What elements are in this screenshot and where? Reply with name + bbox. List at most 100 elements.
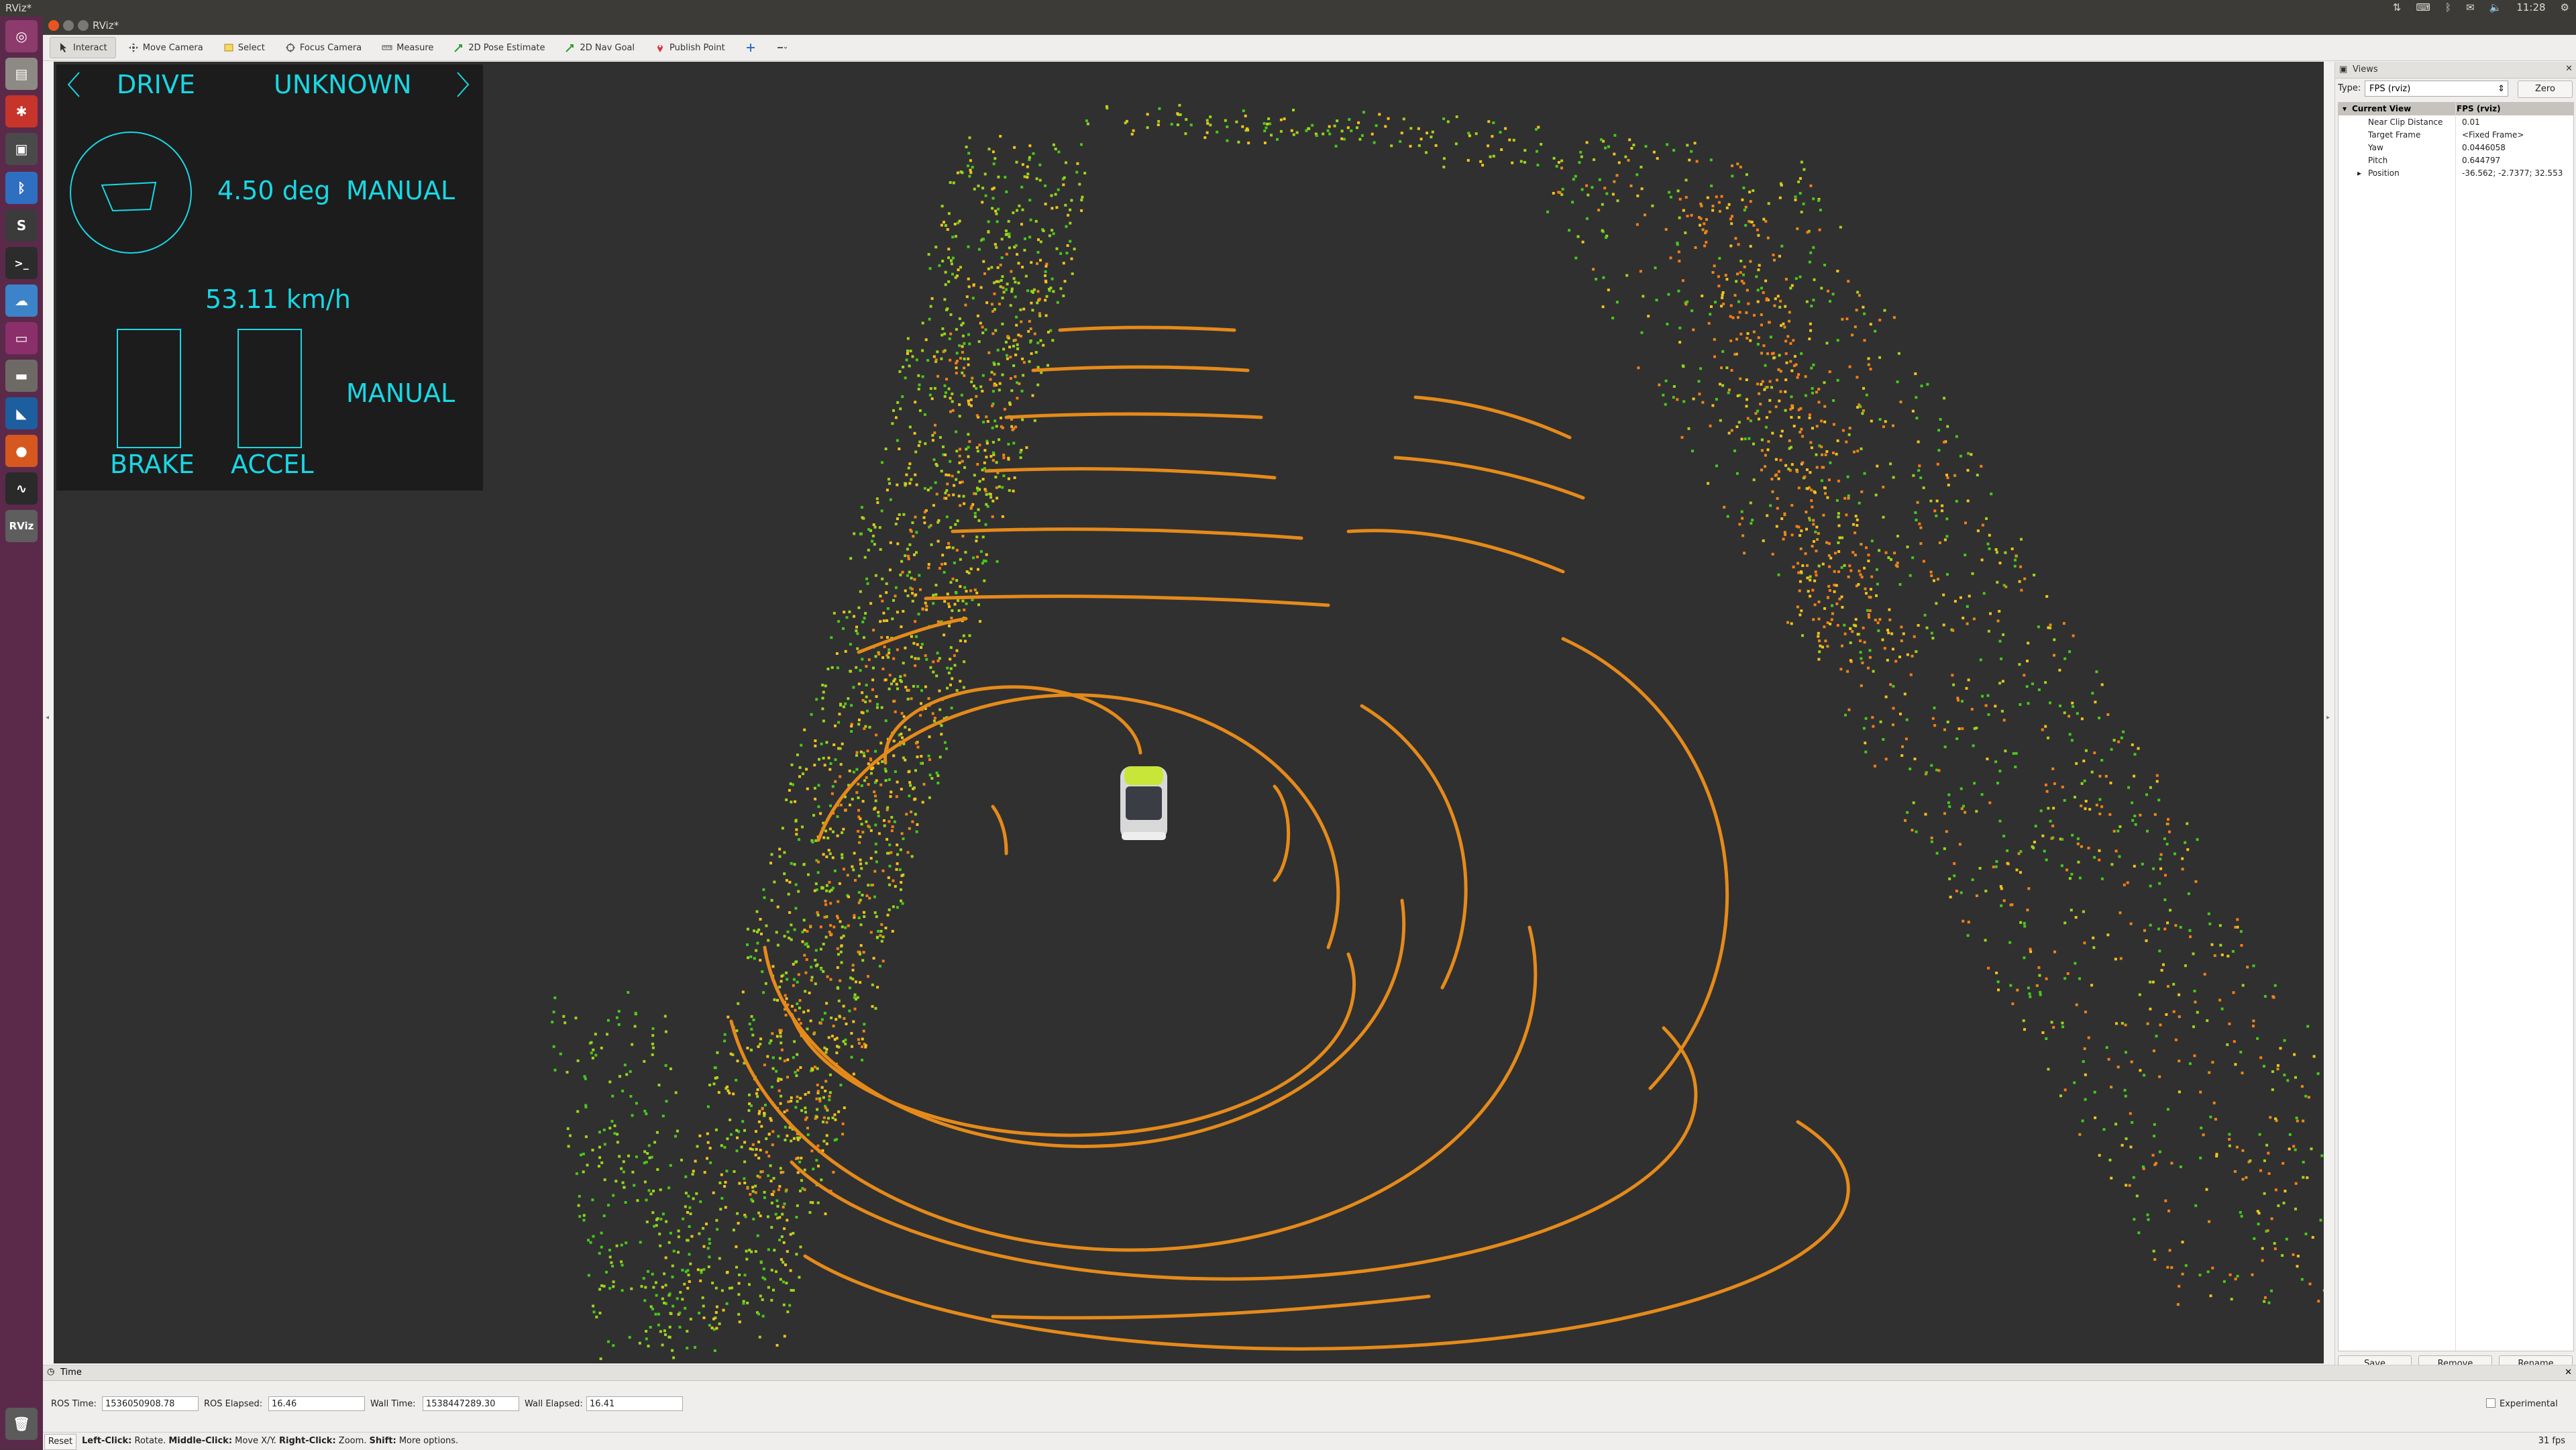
lidar-point xyxy=(941,327,945,330)
lidar-point xyxy=(768,1041,771,1045)
property-row[interactable]: Pitch 0.644797 xyxy=(2341,154,2573,167)
lidar-point xyxy=(2076,842,2080,845)
next-arrow-icon[interactable] xyxy=(456,71,470,98)
expand-icon[interactable]: ▾ xyxy=(2343,104,2347,113)
clock[interactable]: 11:28 xyxy=(2516,1,2545,13)
property-value[interactable]: 0.644797 xyxy=(2462,156,2500,165)
lidar-point xyxy=(910,655,913,658)
lidar-point xyxy=(2279,1047,2282,1050)
lidar-point xyxy=(623,1186,626,1189)
lidar-point xyxy=(947,602,950,605)
zero-button[interactable]: Zero xyxy=(2518,81,2573,98)
lidar-point xyxy=(655,1131,659,1134)
power-icon[interactable]: ⚙ xyxy=(2561,1,2569,13)
trash-icon[interactable]: 🗑 xyxy=(5,1408,38,1440)
tool-options-button[interactable] xyxy=(768,38,795,58)
pose-estimate-tool-button[interactable]: 2D Pose Estimate xyxy=(445,38,553,58)
lidar-point xyxy=(759,959,762,962)
property-row[interactable]: Near Clip Distance 0.01 xyxy=(2341,116,2573,129)
rviz-icon[interactable]: RViz xyxy=(5,510,38,542)
3d-render-viewport[interactable]: DRIVE UNKNOWN 4.50 deg MANUAL 53.11 km/h… xyxy=(54,62,2324,1363)
lidar-point xyxy=(1801,461,1805,464)
left-splitter-handle[interactable]: ◂ xyxy=(46,714,50,723)
wall-time-field[interactable]: 1538447289.30 xyxy=(423,1396,519,1411)
close-panel-icon[interactable]: ✕ xyxy=(2565,64,2573,74)
reset-button[interactable]: Reset xyxy=(44,1434,76,1450)
minimize-window-button[interactable] xyxy=(63,20,74,31)
property-value[interactable]: 0.01 xyxy=(2462,117,2480,127)
property-row[interactable]: Target Frame <Fixed Frame> xyxy=(2341,129,2573,142)
lidar-point xyxy=(1947,801,1950,805)
prev-arrow-icon[interactable] xyxy=(67,71,80,98)
cloud-icon[interactable]: ☁ xyxy=(5,284,38,317)
lidar-point xyxy=(882,611,885,615)
property-value[interactable]: -36.562; -2.7377; 32.553 xyxy=(2462,168,2563,178)
lidar-point xyxy=(2121,1143,2124,1147)
close-panel-icon[interactable]: ✕ xyxy=(2565,1367,2572,1378)
lidar-point xyxy=(994,329,998,332)
property-row[interactable]: ▸ Position -36.562; -2.7377; 32.553 xyxy=(2341,167,2573,180)
monitor-icon[interactable]: ∿ xyxy=(5,472,38,505)
ros-elapsed-field[interactable]: 16.46 xyxy=(268,1396,365,1411)
lidar-point xyxy=(674,1091,678,1094)
select-tool-button[interactable]: Select xyxy=(215,38,273,58)
measure-tool-button[interactable]: Measure xyxy=(374,38,441,58)
ros-time-field[interactable]: 1536050908.78 xyxy=(102,1396,199,1411)
property-value[interactable]: <Fixed Frame> xyxy=(2462,130,2524,140)
wall-elapsed-field[interactable]: 16.41 xyxy=(586,1396,683,1411)
green-arrow-icon xyxy=(566,44,574,52)
system-icon[interactable]: ▣ xyxy=(5,133,38,165)
mail-icon[interactable]: ✉ xyxy=(2466,1,2475,13)
lidar-point xyxy=(1804,552,1807,556)
property-value[interactable]: 0.0446058 xyxy=(2462,143,2506,152)
lidar-point xyxy=(873,807,877,810)
lidar-point xyxy=(757,1140,761,1143)
right-splitter-handle[interactable]: ▸ xyxy=(2326,714,2330,723)
lidar-point xyxy=(1039,240,1042,244)
lidar-point xyxy=(944,562,947,566)
lidar-point xyxy=(1915,650,1918,654)
lidar-point xyxy=(1989,612,1992,615)
property-row[interactable]: Yaw 0.0446058 xyxy=(2341,142,2573,154)
vscode-icon[interactable]: ◣ xyxy=(5,397,38,429)
terminal-icon[interactable]: >_ xyxy=(5,247,38,279)
maximize-window-button[interactable] xyxy=(78,20,89,31)
lidar-point xyxy=(947,387,951,391)
experimental-checkbox[interactable] xyxy=(2486,1398,2496,1408)
publish-point-tool-button[interactable]: Publish Point xyxy=(647,38,733,58)
lidar-point xyxy=(909,784,912,787)
sublime-icon[interactable]: S xyxy=(5,209,38,242)
files-icon[interactable]: ▤ xyxy=(5,58,38,90)
interact-tool-button[interactable]: Interact xyxy=(50,37,116,58)
lidar-point xyxy=(1731,164,1733,168)
screenshot-icon[interactable]: ▭ xyxy=(5,322,38,354)
close-window-button[interactable] xyxy=(48,20,59,31)
lidar-point xyxy=(880,636,883,639)
lidar-point xyxy=(698,1232,701,1235)
lidar-point xyxy=(714,1128,718,1131)
view-type-select[interactable]: FPS (rviz) ⇕ xyxy=(2365,81,2508,97)
lidar-point xyxy=(552,1045,555,1048)
bluetooth-tray-icon[interactable]: ᛒ xyxy=(2445,1,2451,13)
network-icon[interactable]: ⇅ xyxy=(2393,1,2402,13)
lidar-point xyxy=(1986,542,1990,546)
lidar-point xyxy=(912,641,916,645)
bluetooth-icon[interactable]: ᛒ xyxy=(5,172,38,204)
nav-goal-tool-button[interactable]: 2D Nav Goal xyxy=(557,38,643,58)
expand-icon[interactable]: ▸ xyxy=(2357,168,2361,178)
lidar-point xyxy=(852,1020,855,1023)
current-view-row[interactable]: ▾ Current View FPS (rviz) xyxy=(2339,103,2573,115)
add-tool-button[interactable] xyxy=(737,38,764,58)
firefox-icon[interactable]: ● xyxy=(5,435,38,467)
move-camera-tool-button[interactable]: Move Camera xyxy=(120,38,211,58)
ubuntu-icon[interactable]: ◎ xyxy=(5,20,38,52)
settings-icon[interactable]: ✱ xyxy=(5,95,38,127)
lidar-point xyxy=(2261,1259,2264,1262)
drive-icon[interactable]: ▬ xyxy=(5,360,38,392)
keyboard-icon[interactable]: ⌨ xyxy=(2416,1,2430,13)
lidar-point xyxy=(750,1250,753,1253)
focus-camera-tool-button[interactable]: Focus Camera xyxy=(277,38,370,58)
lidar-point xyxy=(947,474,951,477)
lidar-point xyxy=(1783,531,1786,534)
volume-icon[interactable]: 🔈 xyxy=(2489,1,2502,13)
